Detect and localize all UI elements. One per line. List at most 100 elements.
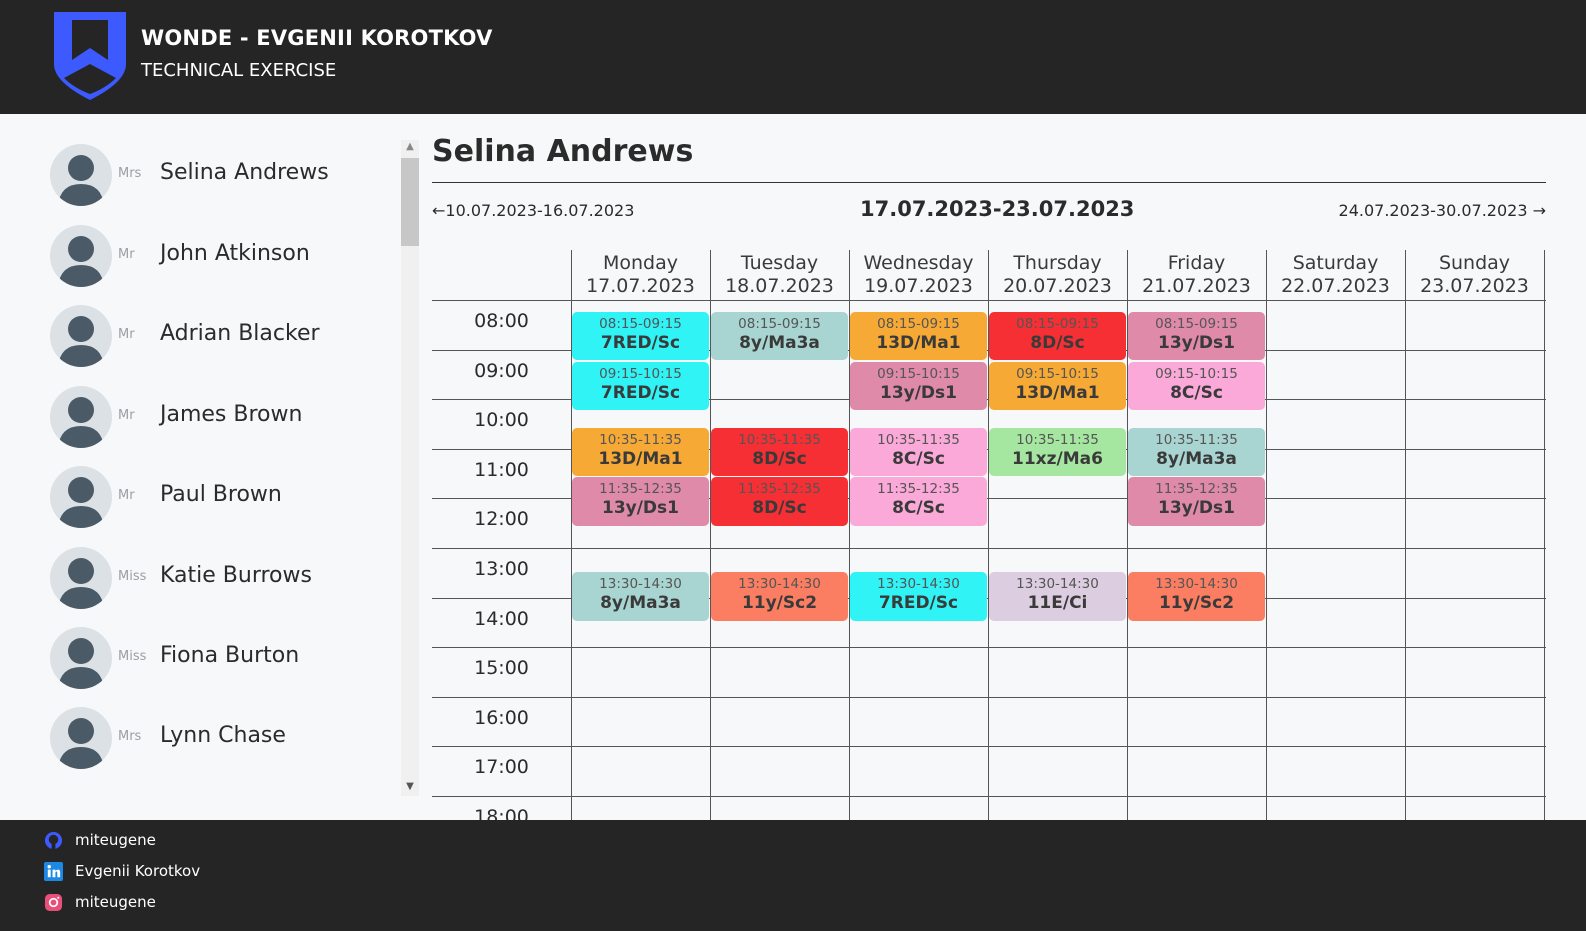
lesson-block[interactable]: 11:35-12:35 8C/Sc <box>850 477 987 526</box>
hour-label: 08:00 <box>474 310 529 332</box>
teacher-list-item[interactable]: Miss Fiona Burton <box>50 627 390 697</box>
lesson-block[interactable]: 09:15-10:15 8C/Sc <box>1128 361 1265 411</box>
teacher-list-item[interactable]: Miss Katie Burrows <box>50 547 390 617</box>
lesson-code: 11y/Sc2 <box>741 593 818 614</box>
lesson-block[interactable]: 10:35-11:35 8y/Ma3a <box>1128 427 1265 477</box>
grid-row-line <box>432 548 1546 549</box>
sidebar-scroll-thumb[interactable] <box>401 158 419 246</box>
lesson-code: 11E/Ci <box>1027 593 1088 614</box>
lesson-block[interactable]: 08:15-09:15 13y/Ds1 <box>1128 311 1265 361</box>
day-date: 20.07.2023 <box>1003 275 1112 297</box>
day-name: Saturday <box>1292 252 1379 274</box>
lesson-block[interactable]: 11:35-12:35 13y/Ds1 <box>572 477 709 526</box>
lesson-code: 8y/Ma3a <box>739 332 820 353</box>
day-header: Friday 21.07.2023 <box>1127 252 1266 298</box>
day-date: 19.07.2023 <box>864 275 973 297</box>
teacher-list-item[interactable]: Mr Paul Brown <box>50 466 390 536</box>
lesson-block[interactable]: 13:30-14:30 8y/Ma3a <box>572 572 709 621</box>
teacher-list-item[interactable]: Mr James Brown <box>50 386 390 456</box>
lesson-code: 13D/Ma1 <box>876 332 961 353</box>
lesson-block[interactable]: 13:30-14:30 11y/Sc2 <box>711 572 848 621</box>
lesson-code: 11xz/Ma6 <box>1012 448 1103 469</box>
hour-label: 14:00 <box>474 607 529 630</box>
lesson-time: 09:15-10:15 <box>877 365 960 382</box>
day-name: Thursday <box>1013 252 1102 274</box>
brand-title: WONDE - EVGENII KOROTKOV <box>141 26 493 50</box>
lesson-block[interactable]: 10:35-11:35 8D/Sc <box>711 427 848 477</box>
avatar-icon <box>50 707 112 769</box>
day-date: 17.07.2023 <box>586 275 695 297</box>
grid-column-line <box>1405 250 1406 820</box>
avatar-icon <box>50 144 112 206</box>
teacher-list-item[interactable]: Mrs Selina Andrews <box>50 144 390 214</box>
teacher-list-item[interactable]: Mr John Atkinson <box>50 225 390 295</box>
lesson-time: 10:35-11:35 <box>877 431 960 448</box>
previous-week-link[interactable]: ←10.07.2023-16.07.2023 <box>432 201 634 220</box>
lesson-time: 13:30-14:30 <box>1016 576 1099 593</box>
scroll-down-icon[interactable]: ▼ <box>401 780 419 794</box>
grid-row-line <box>432 746 1546 748</box>
lesson-block[interactable]: 08:15-09:15 7RED/Sc <box>572 311 709 361</box>
teacher-name: James Brown <box>160 402 303 427</box>
day-name: Wednesday <box>863 252 974 274</box>
lesson-time: 08:15-09:15 <box>1155 315 1238 332</box>
lesson-block[interactable]: 08:15-09:15 8D/Sc <box>989 311 1126 361</box>
teacher-name: John Atkinson <box>160 241 310 266</box>
shield-logo-icon <box>54 12 126 100</box>
teacher-list: Mrs Selina Andrews Mr John Atkinson Mr A… <box>0 114 400 820</box>
scroll-up-icon[interactable]: ▲ <box>401 140 419 154</box>
lesson-block[interactable]: 13:30-14:30 11y/Sc2 <box>1128 572 1265 621</box>
lesson-block[interactable]: 11:35-12:35 13y/Ds1 <box>1128 477 1265 526</box>
teacher-name: Selina Andrews <box>160 160 329 185</box>
lesson-time: 08:15-09:15 <box>877 315 960 332</box>
current-week-label: 17.07.2023-23.07.2023 <box>860 197 1135 221</box>
teacher-name: Fiona Burton <box>160 643 300 668</box>
teacher-title: Mrs <box>118 166 142 181</box>
lesson-code: 8C/Sc <box>892 498 945 519</box>
lesson-block[interactable]: 08:15-09:15 13D/Ma1 <box>850 311 987 361</box>
lesson-block[interactable]: 10:35-11:35 11xz/Ma6 <box>989 427 1126 477</box>
teacher-name: Adrian Blacker <box>160 321 320 346</box>
lesson-time: 10:35-11:35 <box>599 431 682 448</box>
lesson-block[interactable]: 10:35-11:35 13D/Ma1 <box>572 427 709 477</box>
lesson-time: 09:15-10:15 <box>599 365 682 382</box>
teacher-name: Paul Brown <box>160 482 282 507</box>
app-footer: miteugene Evgenii Korotkov miteugene <box>0 820 1586 931</box>
day-header: Wednesday 19.07.2023 <box>849 252 988 298</box>
teacher-list-item[interactable]: Mr Adrian Blacker <box>50 305 390 375</box>
avatar-icon <box>50 547 112 609</box>
instagram-icon <box>44 893 63 912</box>
lesson-block[interactable]: 08:15-09:15 8y/Ma3a <box>711 311 848 361</box>
lesson-time: 10:35-11:35 <box>738 431 821 448</box>
day-date: 23.07.2023 <box>1420 275 1529 297</box>
hour-label: 13:00 <box>474 558 529 580</box>
teacher-name: Lynn Chase <box>160 723 286 748</box>
teacher-title: Mr <box>118 408 135 423</box>
teacher-list-item[interactable]: Mrs Lynn Chase <box>50 707 390 777</box>
teacher-title: Mr <box>118 488 135 503</box>
day-name: Sunday <box>1438 252 1511 274</box>
hour-label: 10:00 <box>474 409 529 432</box>
hour-label: 12:00 <box>474 508 529 531</box>
teacher-title: Miss <box>118 569 147 584</box>
timetable-grid: Monday 17.07.2023 Tuesday 18.07.2023 Wednesd… <box>432 250 1546 820</box>
day-date: 22.07.2023 <box>1281 275 1390 297</box>
day-name: Friday <box>1167 252 1226 274</box>
lesson-block[interactable]: 10:35-11:35 8C/Sc <box>850 427 987 477</box>
lesson-block[interactable]: 09:15-10:15 7RED/Sc <box>572 361 709 411</box>
lesson-time: 10:35-11:35 <box>1155 431 1238 448</box>
teacher-title: Mr <box>118 247 135 262</box>
grid-column-line <box>1544 250 1545 820</box>
lesson-code: 8C/Sc <box>892 448 945 469</box>
lesson-block[interactable]: 11:35-12:35 8D/Sc <box>711 477 848 526</box>
lesson-block[interactable]: 13:30-14:30 7RED/Sc <box>850 572 987 621</box>
day-header: Monday 17.07.2023 <box>571 252 710 298</box>
lesson-block[interactable]: 13:30-14:30 11E/Ci <box>989 572 1126 621</box>
lesson-code: 8D/Sc <box>752 448 807 469</box>
lesson-block[interactable]: 09:15-10:15 13y/Ds1 <box>850 361 987 411</box>
lesson-time: 09:15-10:15 <box>1155 365 1238 382</box>
lesson-time: 11:35-12:35 <box>1155 481 1238 498</box>
next-week-link[interactable]: 24.07.2023-30.07.2023 → <box>1339 201 1546 220</box>
lesson-block[interactable]: 09:15-10:15 13D/Ma1 <box>989 361 1126 411</box>
lesson-code: 11y/Sc2 <box>1158 593 1235 614</box>
